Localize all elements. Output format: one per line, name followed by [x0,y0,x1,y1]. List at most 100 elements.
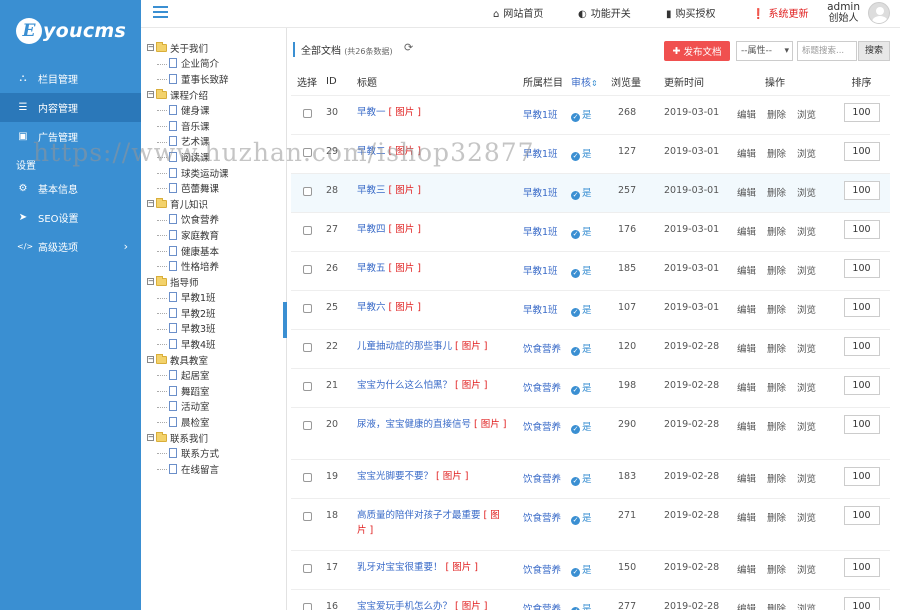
edit-link[interactable]: 编辑 [737,604,756,610]
row-title-link[interactable]: 早教二 [357,146,386,157]
collapse-icon[interactable]: − [147,44,154,52]
tree-leaf[interactable]: 健康基本 [141,243,286,259]
table-row[interactable]: 30 早教一 [ 图片 ] 早教1班 ✓ 是 268 2019-03-01 编辑删… [291,95,890,135]
row-audit-cell[interactable]: ✓是 [565,459,605,499]
logo[interactable]: E youcms [0,0,141,62]
search-button[interactable]: 搜索 [858,41,890,61]
system-update-link[interactable]: ❗ 系统更新 [752,5,808,20]
table-row[interactable]: 27 早教四 [ 图片 ] 早教1班 ✓ 是 176 2019-03-01 编辑删… [291,212,890,252]
edit-link[interactable]: 编辑 [737,227,756,238]
row-audit-cell[interactable]: ✓是 [565,251,605,291]
delete-link[interactable]: 删除 [767,149,786,160]
table-row[interactable]: 29 早教二 [ 图片 ] 早教1班 ✓ 是 127 2019-03-01 编辑删… [291,134,890,174]
user-info[interactable]: admin 创始人 [827,1,860,25]
view-link[interactable]: 浏览 [797,474,816,485]
edit-link[interactable]: 编辑 [737,565,756,576]
sort-input[interactable]: 100 [843,375,880,395]
delete-link[interactable]: 删除 [767,565,786,576]
row-checkbox[interactable] [303,602,312,610]
tree-leaf[interactable]: 在线留言 [141,461,286,477]
row-checkbox[interactable] [303,342,312,352]
row-audit-cell[interactable]: ✓是 [565,173,605,213]
row-audit-cell[interactable]: ✓是 [565,550,605,590]
sort-input[interactable]: 100 [843,258,880,278]
tree-node[interactable]: − 联系我们 [141,430,286,446]
row-checkbox[interactable] [303,264,312,274]
feature-toggle-link[interactable]: ◐ 功能开关 [578,5,631,20]
collapse-icon[interactable]: − [147,278,154,286]
tree-leaf[interactable]: 家庭教育 [141,227,286,243]
row-checkbox[interactable] [303,108,312,118]
row-title-link[interactable]: 尿液，宝宝健康的直接信号 [357,419,471,430]
tree-leaf[interactable]: 艺术课 [141,134,286,150]
panel-resize-handle[interactable] [283,302,287,338]
view-link[interactable]: 浏览 [797,513,816,524]
row-title-link[interactable]: 高质量的陪伴对孩子才最重要 [357,510,481,521]
table-row[interactable]: 28 早教三 [ 图片 ] 早教1班 ✓ 是 257 2019-03-01 编辑删… [291,173,890,213]
row-column-link[interactable]: 饮食营养 [523,344,561,355]
row-audit-cell[interactable]: ✓是 [565,95,605,135]
delete-link[interactable]: 删除 [767,513,786,524]
row-column-link[interactable]: 早教1班 [523,305,558,316]
tree-leaf[interactable]: 芭蕾舞课 [141,180,286,196]
sort-input[interactable]: 100 [843,102,880,122]
tree-leaf[interactable]: 早教4班 [141,336,286,352]
row-column-link[interactable]: 饮食营养 [523,474,561,485]
collapse-icon[interactable]: − [147,434,154,442]
view-link[interactable]: 浏览 [797,110,816,121]
tree-node[interactable]: − 教具教室 [141,352,286,368]
tree-leaf[interactable]: 董事长致辞 [141,71,286,87]
sidebar-item-content[interactable]: ☰ 内容管理 [0,93,141,122]
view-link[interactable]: 浏览 [797,604,816,610]
row-column-link[interactable]: 早教1班 [523,266,558,277]
tree-node[interactable]: − 课程介绍 [141,87,286,103]
tree-node[interactable]: − 关于我们 [141,40,286,56]
delete-link[interactable]: 删除 [767,383,786,394]
tree-leaf[interactable]: 活动室 [141,399,286,415]
row-checkbox[interactable] [303,381,312,391]
tree-leaf[interactable]: 早教3班 [141,321,286,337]
edit-link[interactable]: 编辑 [737,188,756,199]
collapse-icon[interactable]: − [147,91,154,99]
row-audit-cell[interactable]: ✓是 [565,212,605,252]
edit-link[interactable]: 编辑 [737,422,756,433]
sidebar-item-seo[interactable]: ➤ SEO设置 [0,203,141,232]
table-row[interactable]: 16 宝宝爱玩手机怎么办？ [ 图片 ] 饮食营养 ✓是 277 2019-02… [291,589,890,610]
row-audit-cell[interactable]: ✓是 [565,407,605,460]
sort-input[interactable]: 100 [843,180,880,200]
search-input[interactable]: 标题搜索... [797,41,857,61]
tree-leaf[interactable]: 舞蹈室 [141,383,286,399]
row-title-link[interactable]: 宝宝光脚要不要？ [357,471,433,482]
tree-leaf[interactable]: 晨检室 [141,414,286,430]
tree-leaf[interactable]: 早教2班 [141,305,286,321]
delete-link[interactable]: 删除 [767,422,786,433]
col-audit[interactable]: 审核⇕ [565,68,605,96]
delete-link[interactable]: 删除 [767,305,786,316]
row-checkbox[interactable] [303,511,312,521]
sort-input[interactable]: 100 [843,219,880,239]
sort-input[interactable]: 100 [843,466,880,486]
tree-node[interactable]: − 指导师 [141,274,286,290]
sidebar-item-ads[interactable]: ▣ 广告管理 [0,122,141,151]
delete-link[interactable]: 删除 [767,227,786,238]
attribute-select[interactable]: --属性-- [736,41,793,61]
table-row[interactable]: 17 乳牙对宝宝很重要！ [ 图片 ] 饮食营养 ✓ 是 150 2019-02-… [291,550,890,590]
row-title-link[interactable]: 早教三 [357,185,386,196]
sort-input[interactable]: 100 [843,505,880,525]
row-column-link[interactable]: 饮食营养 [523,604,561,610]
row-column-link[interactable]: 饮食营养 [523,513,561,524]
table-row[interactable]: 18 高质量的陪伴对孩子才最重要 [ 图片 ] 饮食营养 ✓ 是 271 2019… [291,498,890,551]
row-audit-cell[interactable]: ✓是 [565,290,605,330]
row-checkbox[interactable] [303,147,312,157]
row-title-link[interactable]: 早教一 [357,107,386,118]
delete-link[interactable]: 删除 [767,344,786,355]
row-audit-cell[interactable]: ✓是 [565,498,605,551]
tree-leaf[interactable]: 早教1班 [141,290,286,306]
row-checkbox[interactable] [303,186,312,196]
row-audit-cell[interactable]: ✓是 [565,589,605,610]
sidebar-item-columns[interactable]: ⛬ 栏目管理 [0,64,141,93]
view-link[interactable]: 浏览 [797,305,816,316]
edit-link[interactable]: 编辑 [737,383,756,394]
edit-link[interactable]: 编辑 [737,474,756,485]
delete-link[interactable]: 删除 [767,604,786,610]
